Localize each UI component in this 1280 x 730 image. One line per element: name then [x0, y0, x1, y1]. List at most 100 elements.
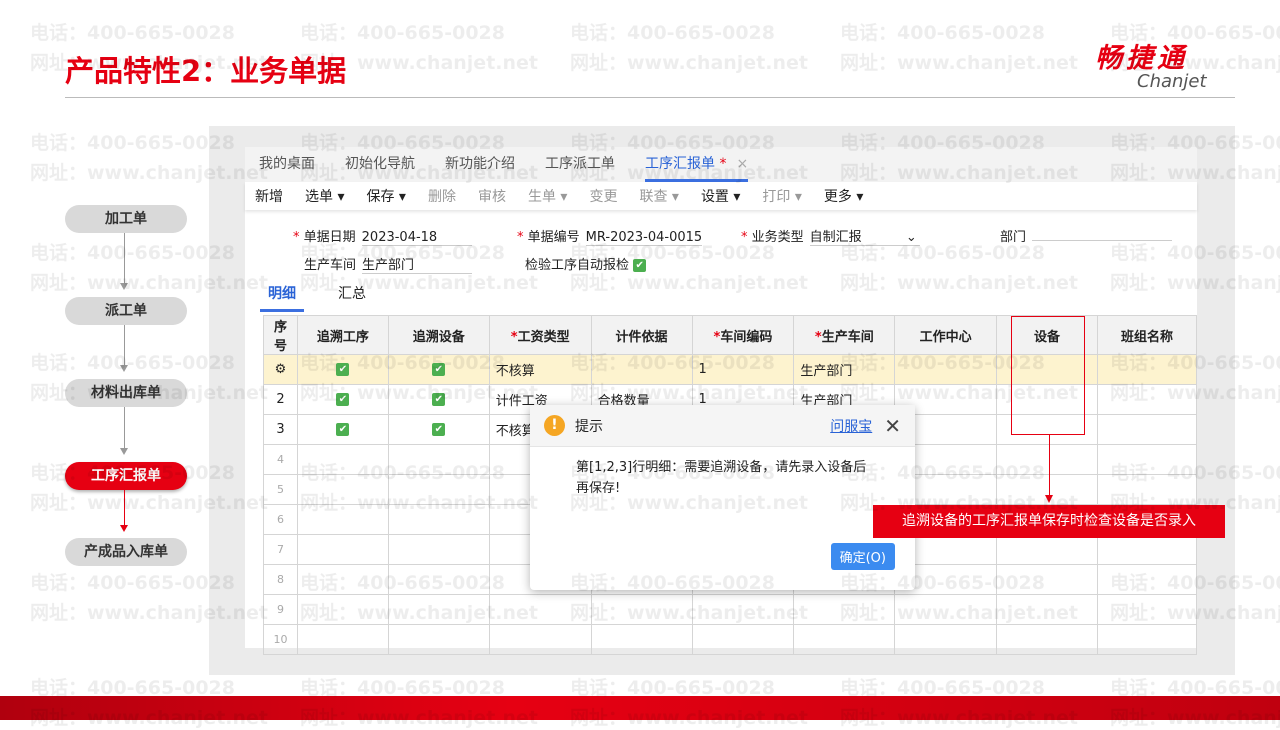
table-row[interactable]: 9: [263, 594, 1197, 625]
table-cell[interactable]: [296, 624, 389, 655]
table-cell[interactable]: 3: [263, 414, 298, 445]
table-cell[interactable]: [296, 444, 389, 475]
table-cell[interactable]: [1097, 354, 1197, 385]
checkbox[interactable]: ✔: [336, 423, 350, 436]
table-cell[interactable]: [793, 594, 896, 625]
checkbox[interactable]: ✔: [432, 423, 446, 436]
table-cell[interactable]: [387, 444, 490, 475]
table-cell[interactable]: [387, 474, 490, 505]
table-cell[interactable]: [996, 444, 1098, 475]
table-cell[interactable]: [387, 504, 490, 535]
table-cell[interactable]: [1097, 384, 1197, 415]
table-cell[interactable]: [387, 564, 490, 595]
table-cell[interactable]: [691, 594, 795, 625]
table-cell[interactable]: 5: [263, 474, 298, 505]
date-field[interactable]: * 单据日期 2023-04-18: [293, 226, 472, 246]
table-cell[interactable]: 8: [263, 564, 298, 595]
table-cell[interactable]: [590, 624, 693, 655]
toolbar-button[interactable]: 更多 ▾: [824, 186, 863, 206]
table-cell[interactable]: [691, 624, 795, 655]
tab-report[interactable]: 工序汇报单 * ×: [645, 147, 749, 182]
column-header[interactable]: 班组名称: [1097, 315, 1197, 355]
table-cell[interactable]: ✔: [387, 354, 490, 385]
checkbox[interactable]: ✔: [336, 363, 350, 376]
type-field[interactable]: * 业务类型 自制汇报 ⌄: [741, 226, 920, 246]
table-cell[interactable]: 4: [263, 444, 298, 475]
table-cell[interactable]: [996, 564, 1098, 595]
help-link[interactable]: 问服宝: [830, 416, 872, 436]
table-cell[interactable]: [296, 504, 389, 535]
table-cell[interactable]: [1097, 624, 1197, 655]
checkbox[interactable]: ✔: [633, 259, 647, 272]
table-cell[interactable]: [894, 354, 998, 385]
toolbar-button[interactable]: 保存 ▾: [366, 186, 405, 206]
column-header[interactable]: 计件依据: [590, 315, 693, 355]
table-cell[interactable]: ✔: [296, 384, 389, 415]
toolbar-button[interactable]: 选单 ▾: [305, 186, 344, 206]
tab-summary[interactable]: 汇总: [330, 283, 374, 312]
ok-button[interactable]: 确定(O): [830, 543, 895, 570]
table-cell[interactable]: [296, 594, 389, 625]
table-cell[interactable]: [996, 534, 1098, 565]
toolbar-button[interactable]: 打印 ▾: [762, 186, 801, 206]
table-cell[interactable]: [996, 624, 1098, 655]
auto-inspect-field[interactable]: 检验工序自动报检 ✔: [525, 254, 647, 273]
toolbar-button[interactable]: 删除: [428, 186, 456, 206]
column-header[interactable]: 追溯工序: [296, 315, 389, 355]
table-cell[interactable]: [488, 594, 592, 625]
table-cell[interactable]: [894, 624, 998, 655]
type-select[interactable]: 自制汇报 ⌄: [809, 226, 920, 246]
table-cell[interactable]: [1097, 534, 1197, 565]
table-cell[interactable]: 7: [263, 534, 298, 565]
column-header[interactable]: 序号: [263, 315, 298, 355]
column-header[interactable]: *车间编码: [691, 315, 795, 355]
table-cell[interactable]: ✔: [296, 414, 389, 445]
close-icon[interactable]: ×: [736, 156, 748, 172]
toolbar-button[interactable]: 审核: [478, 186, 506, 206]
table-cell[interactable]: [1097, 414, 1197, 445]
toolbar-button[interactable]: 联查 ▾: [639, 186, 678, 206]
table-cell[interactable]: [296, 564, 389, 595]
checkbox[interactable]: ✔: [432, 393, 446, 406]
table-cell[interactable]: 不核算: [488, 354, 592, 385]
table-cell[interactable]: [296, 534, 389, 565]
tab-new-features[interactable]: 新功能介绍: [445, 147, 515, 182]
table-cell[interactable]: [996, 594, 1098, 625]
toolbar-button[interactable]: 变更: [589, 186, 617, 206]
date-value[interactable]: 2023-04-18: [361, 230, 472, 246]
tab-init-nav[interactable]: 初始化导航: [345, 147, 415, 182]
tab-dispatch[interactable]: 工序派工单: [545, 147, 615, 182]
workshop-field[interactable]: 生产车间 生产部门: [304, 254, 473, 274]
table-cell[interactable]: [488, 624, 592, 655]
toolbar-button[interactable]: 新增: [255, 186, 283, 206]
table-cell[interactable]: ✔: [387, 384, 490, 415]
table-cell[interactable]: 生产部门: [793, 354, 896, 385]
table-cell[interactable]: 10: [263, 624, 298, 655]
table-cell[interactable]: ⚙: [263, 354, 298, 385]
tab-desktop[interactable]: 我的桌面: [259, 147, 315, 182]
workshop-value[interactable]: 生产部门: [362, 254, 473, 274]
table-cell[interactable]: ✔: [296, 354, 389, 385]
table-cell[interactable]: 1: [691, 354, 795, 385]
table-cell[interactable]: [387, 594, 490, 625]
column-header[interactable]: *工资类型: [488, 315, 592, 355]
checkbox[interactable]: ✔: [336, 393, 350, 406]
table-cell[interactable]: [387, 624, 490, 655]
table-cell[interactable]: [1097, 564, 1197, 595]
column-header[interactable]: *生产车间: [793, 315, 896, 355]
number-value[interactable]: MR-2023-04-0015: [585, 230, 703, 246]
table-cell[interactable]: [793, 624, 896, 655]
dept-field[interactable]: 部门: [1000, 226, 1173, 245]
table-cell[interactable]: 2: [263, 384, 298, 415]
table-cell[interactable]: [1097, 444, 1197, 475]
tab-detail[interactable]: 明细: [260, 283, 304, 312]
table-cell[interactable]: [387, 534, 490, 565]
number-field[interactable]: * 单据编号 MR-2023-04-0015: [517, 226, 703, 246]
table-cell[interactable]: [590, 354, 693, 385]
table-cell[interactable]: [1097, 474, 1197, 505]
table-cell[interactable]: ✔: [387, 414, 490, 445]
toolbar-button[interactable]: 生单 ▾: [528, 186, 567, 206]
column-header[interactable]: 追溯设备: [387, 315, 490, 355]
column-header[interactable]: 工作中心: [894, 315, 998, 355]
table-cell[interactable]: [1097, 594, 1197, 625]
